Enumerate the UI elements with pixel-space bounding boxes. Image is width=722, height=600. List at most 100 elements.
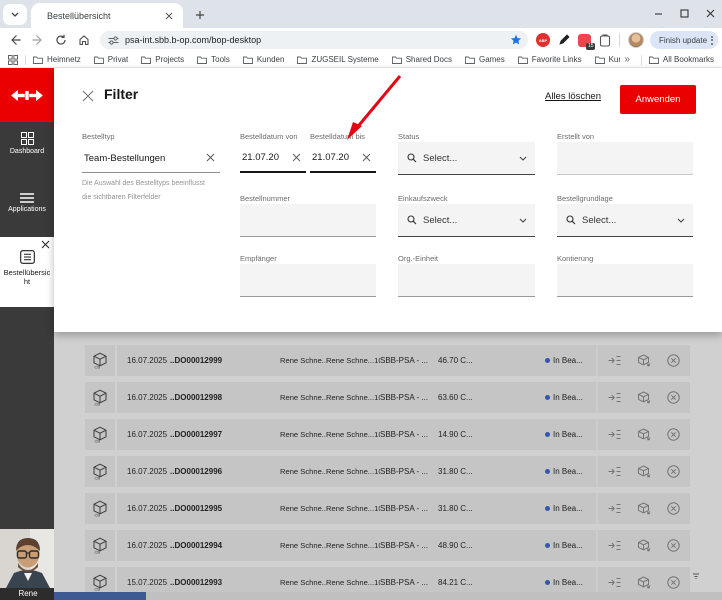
search-icon (407, 153, 417, 163)
status-placeholder: Select... (423, 153, 519, 164)
bookmark-item[interactable]: Favorite Links (518, 55, 582, 64)
tab-close-icon[interactable] (163, 10, 175, 22)
tab-search-button[interactable] (3, 4, 27, 25)
bookmark-item[interactable]: Privat (94, 55, 128, 64)
profile-avatar[interactable] (628, 32, 644, 48)
folder-icon (518, 56, 528, 64)
status-select[interactable]: Select... (398, 142, 535, 175)
toolbar-divider (619, 33, 620, 47)
folder-icon (297, 56, 307, 64)
close-window-button[interactable] (704, 7, 716, 19)
org-einheit-label: Org.-Einheit (398, 254, 438, 263)
all-bookmarks-button[interactable]: All Bookmarks (649, 55, 714, 64)
annotation-arrow (340, 72, 412, 150)
empfaenger-label: Empfänger (240, 254, 277, 263)
finish-update-button[interactable]: Finish update (650, 31, 718, 49)
bookmark-item[interactable]: Projects (141, 55, 184, 64)
url-text[interactable]: psa-int.sbb.b-op.com/bop-desktop (125, 35, 510, 45)
reload-button[interactable] (53, 32, 69, 48)
bestellgrundlage-placeholder: Select... (582, 215, 677, 226)
app-sidebar: Dashboard Applications Bestellübersicht (0, 68, 54, 600)
site-settings-icon[interactable] (108, 36, 119, 45)
chevron-down-icon (519, 156, 527, 161)
bookmark-item[interactable]: Tools (197, 55, 230, 64)
sidebar-item-applications[interactable]: Applications (0, 193, 54, 213)
empfaenger-field[interactable] (240, 264, 376, 297)
bookmarks-overflow-chevron[interactable]: » (624, 54, 630, 65)
bookmark-label: Shared Docs (406, 55, 452, 64)
folder-icon (33, 56, 43, 64)
minimize-button[interactable] (652, 7, 664, 19)
datum-von-field[interactable]: 21.07.20 (240, 144, 306, 173)
maximize-button[interactable] (678, 7, 690, 19)
folder-icon (94, 56, 104, 64)
password-extension-icon[interactable]: 15 (578, 34, 591, 47)
finish-update-label: Finish update (659, 36, 707, 45)
bestellgrundlage-select[interactable]: Select... (557, 204, 693, 237)
screen: Bestellübersicht psa-int.sbb.b-op.com/bo… (0, 0, 722, 600)
clear-datum-von-icon[interactable] (292, 153, 302, 163)
close-tab-icon[interactable] (41, 240, 51, 250)
browser-tab[interactable]: Bestellübersicht (31, 3, 183, 28)
close-filter-icon[interactable] (82, 90, 95, 103)
bookmark-label: ZUGSEIL Systeme (311, 55, 378, 64)
menu-icon (0, 193, 54, 203)
extensions-cluster: ABP 15 (536, 32, 644, 48)
bookmark-label: Kunden Boards (609, 55, 621, 64)
browser-tabstrip: Bestellübersicht (0, 0, 722, 28)
adblock-extension-icon[interactable]: ABP (536, 33, 550, 47)
clear-all-link[interactable]: Alles löschen (545, 91, 601, 102)
folder-icon (197, 56, 207, 64)
sidebar-item-dashboard[interactable]: Dashboard (0, 132, 54, 155)
browser-menu-icon[interactable] (711, 36, 713, 45)
bestellnummer-field[interactable] (240, 204, 376, 237)
address-bar[interactable]: psa-int.sbb.b-op.com/bop-desktop (100, 31, 528, 49)
bookmark-star-icon[interactable] (510, 34, 522, 46)
dashboard-icon (0, 132, 54, 145)
erstellt-von-label: Erstellt von (557, 132, 594, 141)
clipboard-extension-icon[interactable] (599, 34, 611, 47)
bestelltyp-value: Team-Bestellungen (82, 153, 202, 164)
kontierung-label: Kontierung (557, 254, 593, 263)
bookmark-label: Heimnetz (47, 55, 81, 64)
back-button[interactable] (7, 32, 23, 48)
bookmark-item[interactable]: ZUGSEIL Systeme (297, 55, 378, 64)
bestelltyp-hint-2: die sichtbaren Filterfelder (82, 194, 161, 201)
bestellnummer-label: Bestellnummer (240, 194, 290, 203)
modal-backdrop (54, 332, 722, 600)
home-button[interactable] (76, 32, 92, 48)
bestelltyp-field[interactable]: Team-Bestellungen (82, 144, 220, 173)
kontierung-field[interactable] (557, 264, 693, 297)
apps-grid-icon[interactable] (8, 55, 18, 65)
bookmark-item[interactable]: Games (465, 55, 505, 64)
bookmark-label: Privat (108, 55, 128, 64)
einkaufszweck-select[interactable]: Select... (398, 204, 535, 237)
forward-button[interactable] (30, 32, 46, 48)
bookmark-item[interactable]: Kunden (243, 55, 285, 64)
bookmark-items: Heimnetz Privat Projects Tools (33, 55, 620, 64)
pen-extension-icon[interactable] (558, 34, 570, 46)
bookmark-item[interactable]: Heimnetz (33, 55, 81, 64)
user-photo[interactable] (0, 529, 56, 588)
clear-datum-bis-icon[interactable] (362, 153, 372, 163)
folder-icon (649, 56, 659, 64)
datum-von-label: Bestelldatum von (240, 132, 298, 141)
user-name: Rene (0, 588, 56, 600)
bookmark-label: Games (479, 55, 505, 64)
new-tab-button[interactable] (192, 7, 208, 23)
erstellt-von-field[interactable] (557, 142, 693, 175)
bookmark-item[interactable]: Kunden Boards (595, 55, 621, 64)
bookmark-label: Projects (155, 55, 184, 64)
sidebar-item-bestelluebersicht[interactable]: Bestellübersicht (0, 237, 54, 307)
browser-toolbar: psa-int.sbb.b-op.com/bop-desktop ABP 15 … (0, 28, 722, 52)
org-einheit-field[interactable] (398, 264, 535, 297)
clear-bestelltyp-icon[interactable] (206, 153, 216, 163)
bookmark-item[interactable]: Shared Docs (392, 55, 452, 64)
extension-badge: 15 (586, 43, 595, 50)
dashboard-label: Dashboard (0, 148, 54, 155)
bookmark-label: Kunden (257, 55, 285, 64)
chevron-down-icon (11, 12, 19, 17)
apply-button[interactable]: Anwenden (620, 85, 696, 114)
einkaufszweck-label: Einkaufszweck (398, 194, 448, 203)
sbb-logo[interactable] (0, 68, 54, 122)
